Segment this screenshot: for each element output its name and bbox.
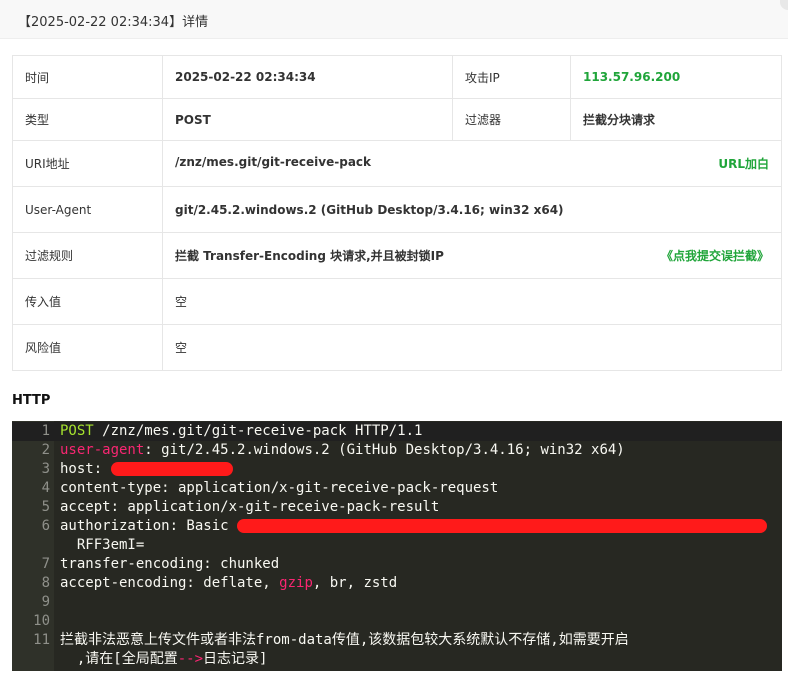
code-line: 7 transfer-encoding: chunked [12, 555, 782, 574]
host-header: host: [60, 461, 111, 477]
row-type: 类型 POST 过滤器 拦截分块请求 [12, 98, 782, 141]
line-number: 9 [41, 594, 50, 610]
header-value: : git/2.45.2.windows.2 (GitHub Desktop/3… [144, 442, 625, 458]
line-number: 5 [41, 499, 50, 515]
report-false-block-link[interactable]: 《点我提交误拦截》 [661, 247, 769, 264]
body-notice-cont: ,请在[全局配置 [60, 651, 178, 667]
request-line: /znz/mes.git/git-receive-pack HTTP/1.1 [93, 423, 423, 439]
code-line: 2 user-agent: git/2.45.2.windows.2 (GitH… [12, 441, 782, 460]
code-line: 1 POST /znz/mes.git/git-receive-pack HTT… [12, 422, 782, 441]
line-number: 1 [41, 423, 50, 439]
type-value: POST [162, 98, 453, 141]
line-number: 6 [41, 518, 50, 534]
http-method: POST [60, 423, 94, 439]
uri-label: URI地址 [12, 140, 163, 187]
redaction-mark [110, 462, 233, 476]
code-line: RFF3emI= [12, 536, 782, 555]
redaction-mark [237, 519, 768, 533]
code-line: 3 host: [12, 460, 782, 479]
rule-value: 拦截 Transfer-Encoding 块请求,并且被封锁IP [175, 249, 444, 263]
accept-encoding-rest: , br, zstd [312, 575, 398, 591]
line-number: 10 [33, 613, 50, 629]
code-line: ,请在[全局配置-->日志记录] [12, 650, 782, 669]
http-code-editor[interactable]: 1 POST /znz/mes.git/git-receive-pack HTT… [12, 421, 782, 671]
row-time: 时间 2025-02-22 02:34:34 攻击IP 113.57.96.20… [12, 55, 782, 99]
line-number: 2 [41, 442, 50, 458]
time-label: 时间 [12, 55, 163, 99]
url-whitelist-link[interactable]: URL加白 [718, 155, 769, 172]
code-line: 4 content-type: application/x-git-receiv… [12, 479, 782, 498]
input-label: 传入值 [12, 278, 163, 325]
attack-ip-value: 113.57.96.200 [570, 55, 782, 99]
row-uri: URI地址 /znz/mes.git/git-receive-pack URL加… [12, 140, 782, 187]
type-label: 类型 [12, 98, 163, 141]
detail-table: 时间 2025-02-22 02:34:34 攻击IP 113.57.96.20… [12, 55, 782, 371]
accept-encoding-header: accept-encoding: deflate, [60, 575, 280, 591]
arrow-token: --> [177, 651, 204, 667]
code-line: 5 accept: application/x-git-receive-pack… [12, 498, 782, 517]
risk-label: 风险值 [12, 324, 163, 371]
line-number: 8 [41, 575, 50, 591]
rule-label: 过滤规则 [12, 232, 163, 279]
row-risk: 风险值 空 [12, 324, 782, 371]
line-number: 3 [41, 461, 50, 477]
row-rule: 过滤规则 拦截 Transfer-Encoding 块请求,并且被封锁IP 《点… [12, 232, 782, 279]
ua-label: User-Agent [12, 186, 163, 233]
ua-value: git/2.45.2.windows.2 (GitHub Desktop/3.4… [162, 186, 782, 233]
row-input: 传入值 空 [12, 278, 782, 325]
filter-value: 拦截分块请求 [570, 98, 782, 141]
input-value: 空 [162, 278, 782, 325]
uri-cell: /znz/mes.git/git-receive-pack URL加白 [162, 140, 782, 187]
dialog-titlebar: 【2025-02-22 02:34:34】详情 [0, 0, 788, 39]
http-heading: HTTP [12, 393, 51, 408]
code-line: 9 [12, 593, 782, 612]
rule-cell: 拦截 Transfer-Encoding 块请求,并且被封锁IP 《点我提交误拦… [162, 232, 782, 279]
row-user-agent: User-Agent git/2.45.2.windows.2 (GitHub … [12, 186, 782, 233]
line-number: 4 [41, 480, 50, 496]
time-value: 2025-02-22 02:34:34 [162, 55, 453, 99]
attack-ip-label: 攻击IP [452, 55, 571, 99]
code-line: 8 accept-encoding: deflate, gzip, br, zs… [12, 574, 782, 593]
code-line: 11 拦截非法恶意上传文件或者非法from-data传值,该数据包较大系统默认不… [12, 631, 782, 650]
line-number: 11 [33, 632, 50, 648]
accept-header: accept: application/x-git-receive-pack-r… [60, 499, 440, 515]
risk-value: 空 [162, 324, 782, 371]
uri-value: /znz/mes.git/git-receive-pack [175, 155, 372, 169]
body-notice-end: 日志记录] [203, 651, 268, 667]
filter-label: 过滤器 [452, 98, 571, 141]
gzip-token: gzip [279, 575, 313, 591]
content-type-header: content-type: application/x-git-receive-… [60, 480, 499, 496]
header-key: user-agent [60, 442, 145, 458]
code-line: 6 authorization: Basic [12, 517, 782, 536]
line-number: 7 [41, 556, 50, 572]
close-icon[interactable] [780, 0, 788, 10]
body-notice: 拦截非法恶意上传文件或者非法from-data传值,该数据包较大系统默认不存储,… [60, 632, 629, 648]
authorization-wrap: RFF3emI= [60, 537, 145, 553]
authorization-header: authorization: Basic [60, 518, 238, 534]
transfer-encoding-header: transfer-encoding: chunked [60, 556, 280, 572]
dialog-title: 【2025-02-22 02:34:34】详情 [18, 15, 209, 30]
code-line: 10 [12, 612, 782, 631]
